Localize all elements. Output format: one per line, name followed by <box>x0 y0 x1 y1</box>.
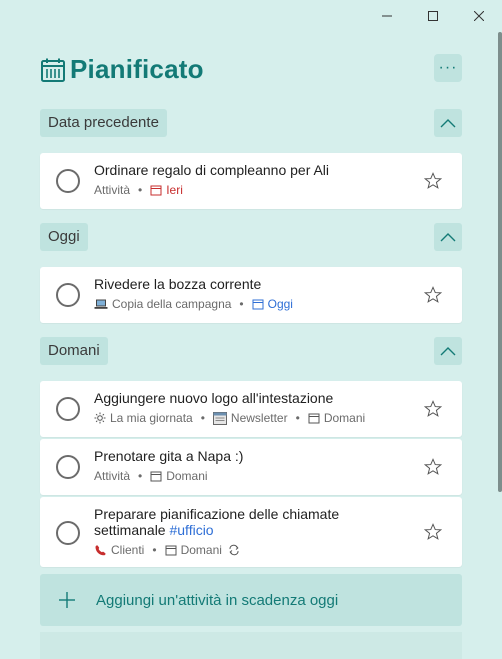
collapse-button[interactable] <box>434 109 462 137</box>
laptop-icon <box>94 298 108 310</box>
section-header-tomorrow: Domani <box>40 337 108 365</box>
complete-checkbox[interactable] <box>56 521 80 545</box>
star-icon[interactable] <box>424 523 442 541</box>
add-task-placeholder: Aggiungi un'attività in scadenza oggi <box>96 591 339 609</box>
task-title-text: Preparare pianificazione delle chiamate … <box>94 506 340 538</box>
collapse-button[interactable] <box>434 223 462 251</box>
maximize-icon <box>428 11 438 21</box>
separator-dot: • <box>239 297 244 311</box>
calendar-icon <box>252 298 264 310</box>
chevron-up-icon <box>440 119 456 128</box>
task-item[interactable]: Aggiungere nuovo logo all'intestazione L… <box>40 381 462 437</box>
window-controls <box>364 0 502 32</box>
task-list-name: Newsletter <box>230 411 288 425</box>
section-label[interactable]: Data precedente <box>40 109 167 137</box>
task-list-name: Clienti <box>111 543 145 557</box>
complete-checkbox[interactable] <box>56 283 80 307</box>
sun-icon <box>94 412 106 424</box>
bottom-bar <box>40 632 462 659</box>
task-title: Prenotare gita a Napa :) <box>94 448 244 464</box>
section-header-overdue: Data precedente <box>40 109 167 137</box>
hashtag-link[interactable]: #ufficio <box>169 522 213 538</box>
calendar-icon <box>165 544 177 556</box>
plus-icon <box>59 592 75 608</box>
star-icon[interactable] <box>424 172 442 190</box>
section-label[interactable]: Oggi <box>40 223 88 251</box>
star-icon[interactable] <box>424 458 442 476</box>
star-icon[interactable] <box>424 400 442 418</box>
chevron-up-icon <box>440 347 456 356</box>
task-title: Rivedere la bozza corrente <box>94 276 262 292</box>
calendar-icon <box>41 58 65 82</box>
task-meta: Attività • Ieri <box>94 183 183 197</box>
separator-dot: • <box>295 411 300 425</box>
minimize-icon <box>382 15 392 17</box>
page-title: Pianificato <box>70 54 204 84</box>
task-title: Ordinare regalo di compleanno per Ali <box>94 162 330 178</box>
due-date-label: Ieri <box>166 183 183 197</box>
repeat-icon <box>228 544 240 556</box>
due-date-label: Domani <box>323 411 366 425</box>
section-header-today: Oggi <box>40 223 88 251</box>
calendar-icon <box>150 470 162 482</box>
newsletter-icon <box>212 411 227 425</box>
separator-dot: • <box>152 543 157 557</box>
collapse-button[interactable] <box>434 337 462 365</box>
due-date-label: Oggi <box>267 297 293 311</box>
section-label[interactable]: Domani <box>40 337 108 365</box>
phone-icon <box>94 544 107 556</box>
add-task-input[interactable]: Aggiungi un'attività in scadenza oggi <box>40 574 462 626</box>
complete-checkbox[interactable] <box>56 455 80 479</box>
task-meta: Attività • Domani <box>94 469 208 483</box>
scrollbar[interactable] <box>498 32 502 492</box>
task-list-name: Attività <box>94 469 131 483</box>
task-item[interactable]: Rivedere la bozza corrente Copia della c… <box>40 267 462 323</box>
chevron-up-icon <box>440 233 456 242</box>
task-list-name: Copia della campagna <box>112 297 232 311</box>
page-header: Pianificato <box>40 54 204 85</box>
more-options-button[interactable]: ··· <box>434 54 462 82</box>
separator-dot: • <box>200 411 205 425</box>
separator-dot: • <box>138 183 143 197</box>
task-meta: Clienti • Domani <box>94 543 244 557</box>
task-item[interactable]: Prenotare gita a Napa :) Attività • Doma… <box>40 439 462 495</box>
complete-checkbox[interactable] <box>56 169 80 193</box>
due-date-label: Domani <box>180 543 222 557</box>
task-item[interactable]: Preparare pianificazione delle chiamate … <box>40 497 462 567</box>
maximize-button[interactable] <box>410 0 456 32</box>
task-list-name: Attività <box>94 183 131 197</box>
close-icon <box>474 11 484 21</box>
task-meta: La mia giornata • Newsletter • Domani <box>94 411 365 425</box>
due-date-label: Domani <box>166 469 208 483</box>
separator-dot: • <box>138 469 143 483</box>
close-button[interactable] <box>456 0 502 32</box>
star-icon[interactable] <box>424 286 442 304</box>
task-item[interactable]: Ordinare regalo di compleanno per Ali At… <box>40 153 462 209</box>
task-title: Aggiungere nuovo logo all'intestazione <box>94 390 334 406</box>
calendar-icon <box>150 184 162 196</box>
complete-checkbox[interactable] <box>56 397 80 421</box>
calendar-icon <box>308 412 320 424</box>
my-day-label: La mia giornata <box>110 411 193 425</box>
minimize-button[interactable] <box>364 0 410 32</box>
task-meta: Copia della campagna • Oggi <box>94 297 293 311</box>
task-title: Preparare pianificazione delle chiamate … <box>94 506 402 538</box>
more-icon: ··· <box>438 59 458 76</box>
